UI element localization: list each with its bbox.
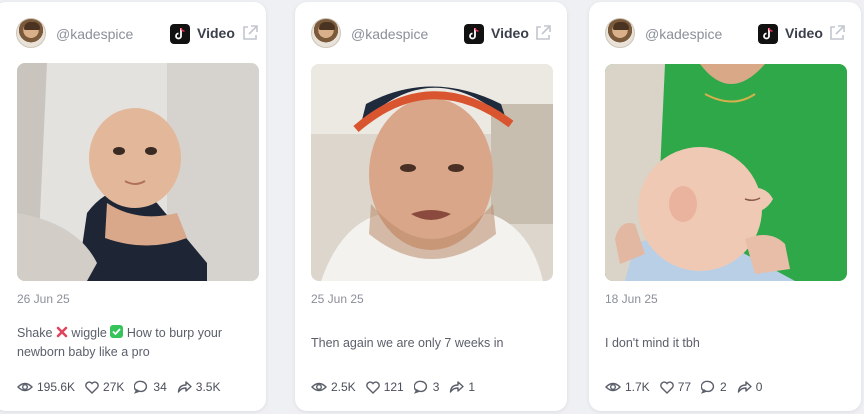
avatar[interactable] (311, 18, 341, 48)
post-caption: I don't mind it tbh (605, 334, 841, 353)
caption-text: Shake (17, 326, 53, 340)
comments-stat: 34 (134, 380, 167, 394)
views-stat: 1.7K (605, 380, 650, 394)
shares-count: 0 (755, 380, 763, 394)
likes-stat: 77 (659, 380, 692, 394)
creator-handle[interactable]: @kadespice (645, 26, 722, 42)
avatar[interactable] (605, 18, 635, 48)
share-icon (177, 380, 192, 393)
shares-count: 3.5K (195, 380, 221, 394)
tiktok-icon (170, 24, 190, 44)
comment-icon (413, 380, 427, 394)
caption-text: Then again we are only 7 weeks in (311, 336, 504, 350)
post-card[interactable]: @kadespice Video 18 Jun 25 I don't mind … (589, 2, 861, 411)
share-icon (737, 380, 752, 393)
likes-count: 27K (103, 380, 125, 394)
card-header: @kadespice Video (295, 2, 567, 62)
likes-stat: 121 (365, 380, 404, 394)
views-count: 2.5K (331, 380, 356, 394)
post-date: 25 Jun 25 (311, 292, 364, 306)
platform-label: Video (197, 25, 235, 41)
eye-icon (17, 382, 33, 392)
video-thumbnail[interactable] (17, 63, 259, 281)
video-thumbnail[interactable] (605, 64, 847, 281)
creator-handle[interactable]: @kadespice (56, 26, 133, 42)
comments-count: 3 (432, 380, 440, 394)
post-stats: 2.5K 121 3 1 (311, 380, 485, 394)
comments-count: 34 (153, 380, 167, 394)
tiktok-icon (464, 24, 484, 44)
post-card[interactable]: @kadespice Video 25 Jun 25 Then again we… (295, 2, 567, 411)
heart-icon (659, 380, 674, 394)
post-date: 18 Jun 25 (605, 292, 658, 306)
likes-stat: 27K (85, 380, 124, 394)
shares-count: 1 (468, 380, 476, 394)
external-link-icon[interactable] (533, 23, 553, 43)
creator-handle[interactable]: @kadespice (351, 26, 428, 42)
likes-count: 77 (677, 380, 692, 394)
caption-text: wiggle (71, 326, 107, 340)
card-header: @kadespice Video (0, 2, 266, 62)
avatar[interactable] (16, 18, 46, 48)
card-header: @kadespice Video (589, 2, 861, 62)
shares-stat: 1 (449, 380, 475, 394)
post-caption: Then again we are only 7 weeks in (311, 334, 547, 353)
views-count: 195.6K (37, 380, 76, 394)
caption-text: I don't mind it tbh (605, 336, 700, 350)
heart-icon (365, 380, 380, 394)
platform-label: Video (785, 25, 823, 41)
comments-stat: 2 (701, 380, 727, 394)
share-icon (450, 380, 465, 393)
eye-icon (605, 382, 621, 392)
views-stat: 195.6K (17, 380, 75, 394)
views-count: 1.7K (625, 380, 650, 394)
external-link-icon[interactable] (827, 23, 847, 43)
platform-label: Video (491, 25, 529, 41)
video-thumbnail[interactable] (311, 64, 553, 281)
heart-icon (85, 380, 99, 394)
post-stats: 1.7K 77 2 0 (605, 380, 772, 394)
comment-icon (701, 380, 715, 394)
eye-icon (311, 382, 327, 392)
tiktok-icon (758, 24, 778, 44)
shares-stat: 0 (737, 380, 763, 394)
shares-stat: 3.5K (177, 380, 221, 394)
post-date: 26 Jun 25 (17, 292, 70, 306)
post-card[interactable]: @kadespice Video 26 Jun 25 Shake wiggle … (0, 2, 266, 411)
comments-count: 2 (720, 380, 727, 394)
comments-stat: 3 (413, 380, 440, 394)
post-caption: Shake wiggle How to burp your newborn ba… (17, 324, 253, 362)
check-mark-icon (110, 325, 124, 338)
external-link-icon[interactable] (240, 23, 260, 43)
cross-mark-icon (56, 325, 68, 338)
views-stat: 2.5K (311, 380, 356, 394)
post-stats: 195.6K 27K 34 3.5K (17, 380, 230, 394)
comment-icon (134, 380, 148, 394)
likes-count: 121 (383, 380, 404, 394)
